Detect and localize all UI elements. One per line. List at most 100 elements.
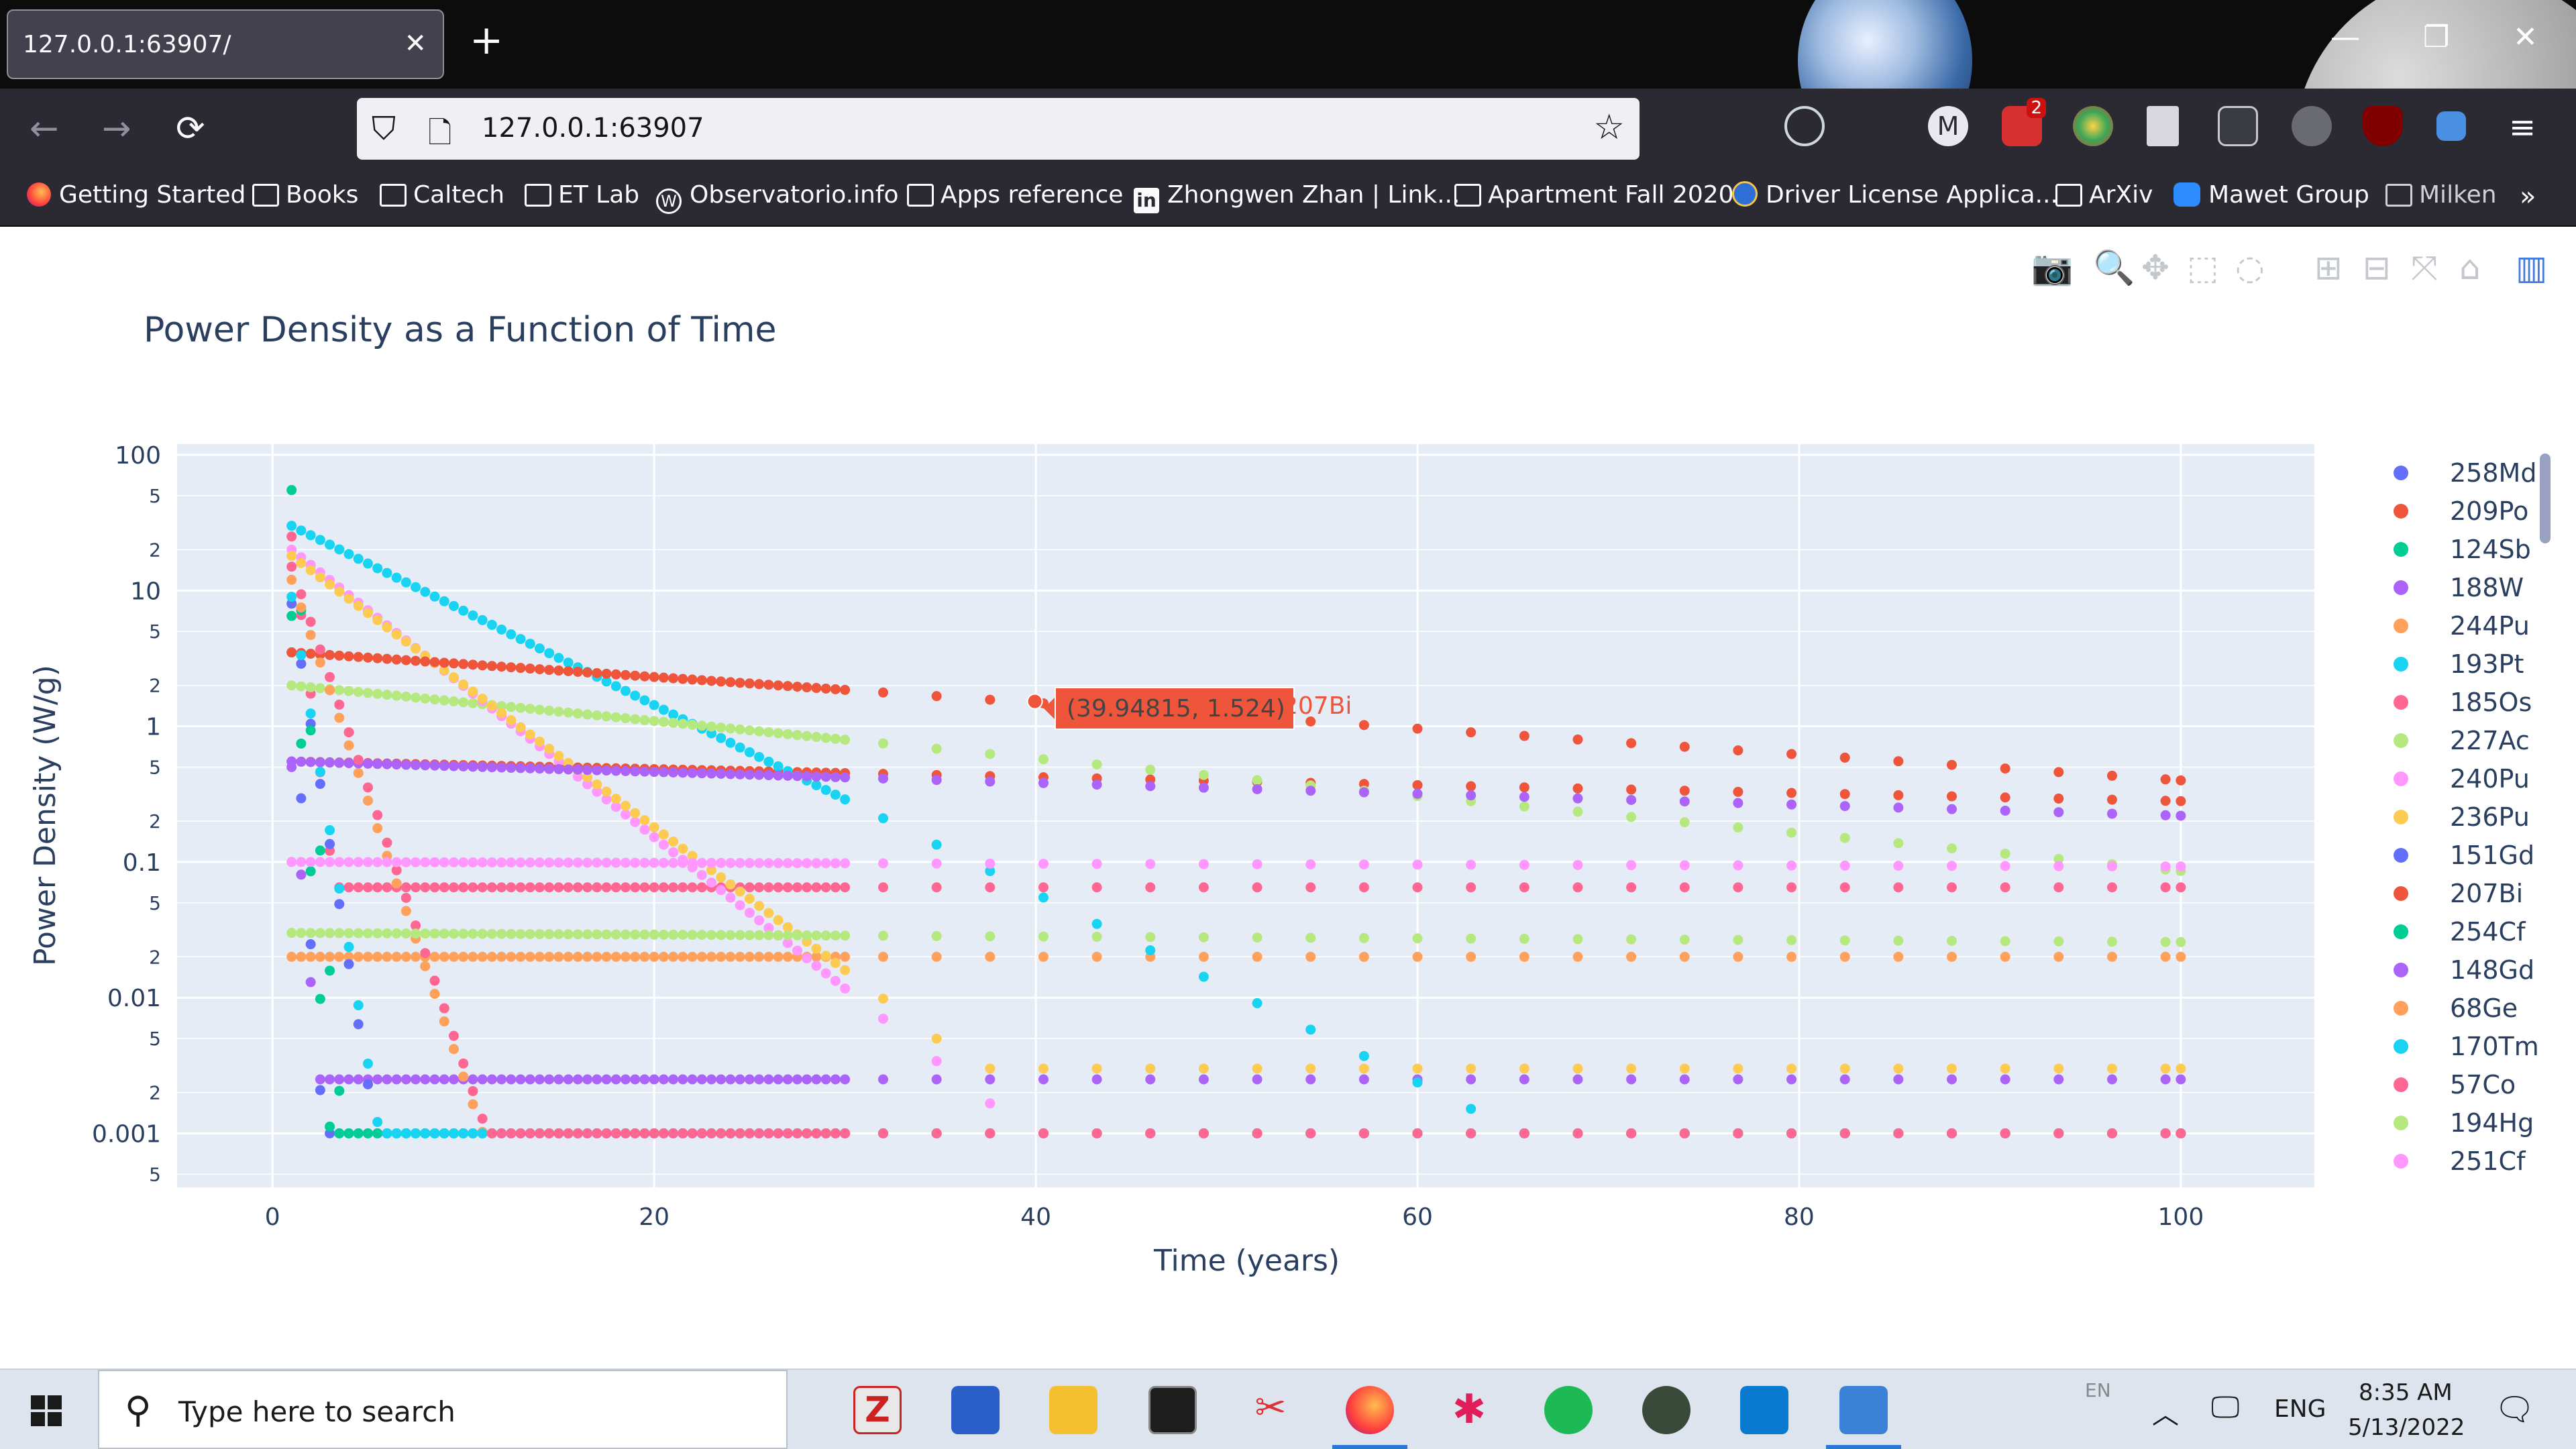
legend-item[interactable]: 148Gd bbox=[2375, 951, 2534, 989]
data-point[interactable] bbox=[400, 1128, 411, 1138]
data-point[interactable] bbox=[391, 690, 402, 701]
data-point[interactable] bbox=[1305, 1128, 1316, 1138]
data-point[interactable] bbox=[572, 666, 583, 677]
data-point[interactable] bbox=[343, 727, 354, 738]
data-point[interactable] bbox=[630, 857, 641, 868]
data-point[interactable] bbox=[353, 553, 364, 564]
clock-time[interactable]: 8:35 AM bbox=[2359, 1379, 2453, 1406]
data-point[interactable] bbox=[334, 712, 345, 723]
data-point[interactable] bbox=[725, 1128, 736, 1138]
data-point[interactable] bbox=[620, 1074, 631, 1085]
data-point[interactable] bbox=[400, 928, 411, 939]
data-point[interactable] bbox=[1038, 882, 1049, 893]
data-point[interactable] bbox=[716, 733, 727, 743]
show-hidden-icons-icon[interactable]: ︿ bbox=[2152, 1393, 2179, 1432]
data-point[interactable] bbox=[706, 951, 716, 962]
data-point[interactable] bbox=[1091, 780, 1102, 790]
data-point[interactable] bbox=[391, 878, 402, 889]
data-point[interactable] bbox=[840, 858, 851, 869]
data-point[interactable] bbox=[534, 857, 545, 868]
data-point[interactable] bbox=[592, 779, 602, 790]
data-point[interactable] bbox=[448, 857, 459, 867]
data-point[interactable] bbox=[582, 857, 593, 868]
data-point[interactable] bbox=[878, 1128, 889, 1138]
data-point[interactable] bbox=[2176, 936, 2186, 947]
data-point[interactable] bbox=[372, 688, 383, 699]
data-point[interactable] bbox=[668, 857, 679, 868]
data-point[interactable] bbox=[525, 882, 535, 893]
data-point[interactable] bbox=[515, 702, 526, 713]
data-point[interactable] bbox=[782, 729, 793, 739]
data-point[interactable] bbox=[1252, 1063, 1263, 1074]
data-point[interactable] bbox=[372, 614, 383, 625]
data-point[interactable] bbox=[496, 951, 507, 962]
data-point[interactable] bbox=[735, 1128, 745, 1138]
data-point[interactable] bbox=[525, 928, 535, 939]
data-point[interactable] bbox=[658, 951, 669, 962]
data-point[interactable] bbox=[830, 771, 841, 782]
data-point[interactable] bbox=[544, 929, 555, 940]
data-point[interactable] bbox=[1786, 934, 1797, 945]
data-point[interactable] bbox=[582, 765, 593, 775]
data-point[interactable] bbox=[286, 610, 297, 621]
data-point[interactable] bbox=[382, 882, 392, 893]
data-point[interactable] bbox=[782, 1128, 793, 1138]
data-point[interactable] bbox=[372, 928, 383, 938]
data-point[interactable] bbox=[382, 1128, 392, 1138]
data-point[interactable] bbox=[1572, 734, 1583, 745]
data-point[interactable] bbox=[496, 661, 507, 672]
data-point[interactable] bbox=[716, 722, 727, 733]
data-point[interactable] bbox=[362, 1128, 373, 1138]
data-point[interactable] bbox=[811, 882, 822, 893]
data-point[interactable] bbox=[458, 1128, 469, 1138]
data-point[interactable] bbox=[343, 758, 354, 769]
data-point[interactable] bbox=[1572, 951, 1583, 962]
data-point[interactable] bbox=[735, 1074, 745, 1085]
data-point[interactable] bbox=[1626, 794, 1637, 805]
data-point[interactable] bbox=[773, 728, 784, 739]
data-point[interactable] bbox=[496, 1128, 507, 1138]
data-point[interactable] bbox=[792, 858, 803, 869]
data-point[interactable] bbox=[334, 857, 345, 867]
data-point[interactable] bbox=[1305, 882, 1316, 893]
data-point[interactable] bbox=[1252, 859, 1263, 869]
data-point[interactable] bbox=[2053, 793, 2064, 804]
data-point[interactable] bbox=[1893, 838, 1904, 849]
data-point[interactable] bbox=[296, 557, 307, 568]
data-point[interactable] bbox=[429, 657, 440, 667]
data-point[interactable] bbox=[2176, 775, 2186, 786]
data-point[interactable] bbox=[811, 771, 822, 782]
data-point[interactable] bbox=[544, 648, 555, 659]
data-point[interactable] bbox=[286, 531, 297, 542]
data-point[interactable] bbox=[878, 882, 889, 893]
data-point[interactable] bbox=[630, 766, 641, 777]
data-point[interactable] bbox=[325, 757, 335, 768]
data-point[interactable] bbox=[429, 694, 440, 705]
data-point[interactable] bbox=[1733, 1063, 1743, 1074]
data-point[interactable] bbox=[725, 769, 736, 780]
data-point[interactable] bbox=[468, 857, 478, 868]
data-point[interactable] bbox=[411, 1074, 421, 1085]
data-point[interactable] bbox=[1947, 861, 1957, 871]
data-point[interactable] bbox=[2000, 1063, 2010, 1074]
data-point[interactable] bbox=[458, 1071, 469, 1082]
data-point[interactable] bbox=[1252, 775, 1263, 786]
data-point[interactable] bbox=[1893, 1074, 1904, 1085]
legend-item[interactable]: 124Sb bbox=[2375, 530, 2531, 568]
data-point[interactable] bbox=[400, 691, 411, 702]
data-point[interactable] bbox=[411, 692, 421, 703]
data-point[interactable] bbox=[773, 930, 784, 941]
data-point[interactable] bbox=[811, 1074, 822, 1085]
data-point[interactable] bbox=[592, 765, 602, 775]
data-point[interactable] bbox=[525, 1128, 535, 1138]
data-point[interactable] bbox=[1038, 1128, 1049, 1138]
data-point[interactable] bbox=[754, 930, 765, 941]
data-point[interactable] bbox=[931, 1056, 942, 1067]
data-point[interactable] bbox=[744, 725, 755, 736]
data-point[interactable] bbox=[411, 882, 421, 893]
data-point[interactable] bbox=[754, 915, 765, 926]
data-point[interactable] bbox=[2000, 951, 2010, 962]
data-point[interactable] bbox=[1519, 1128, 1529, 1138]
data-point[interactable] bbox=[1466, 790, 1477, 801]
data-point[interactable] bbox=[1252, 784, 1263, 794]
